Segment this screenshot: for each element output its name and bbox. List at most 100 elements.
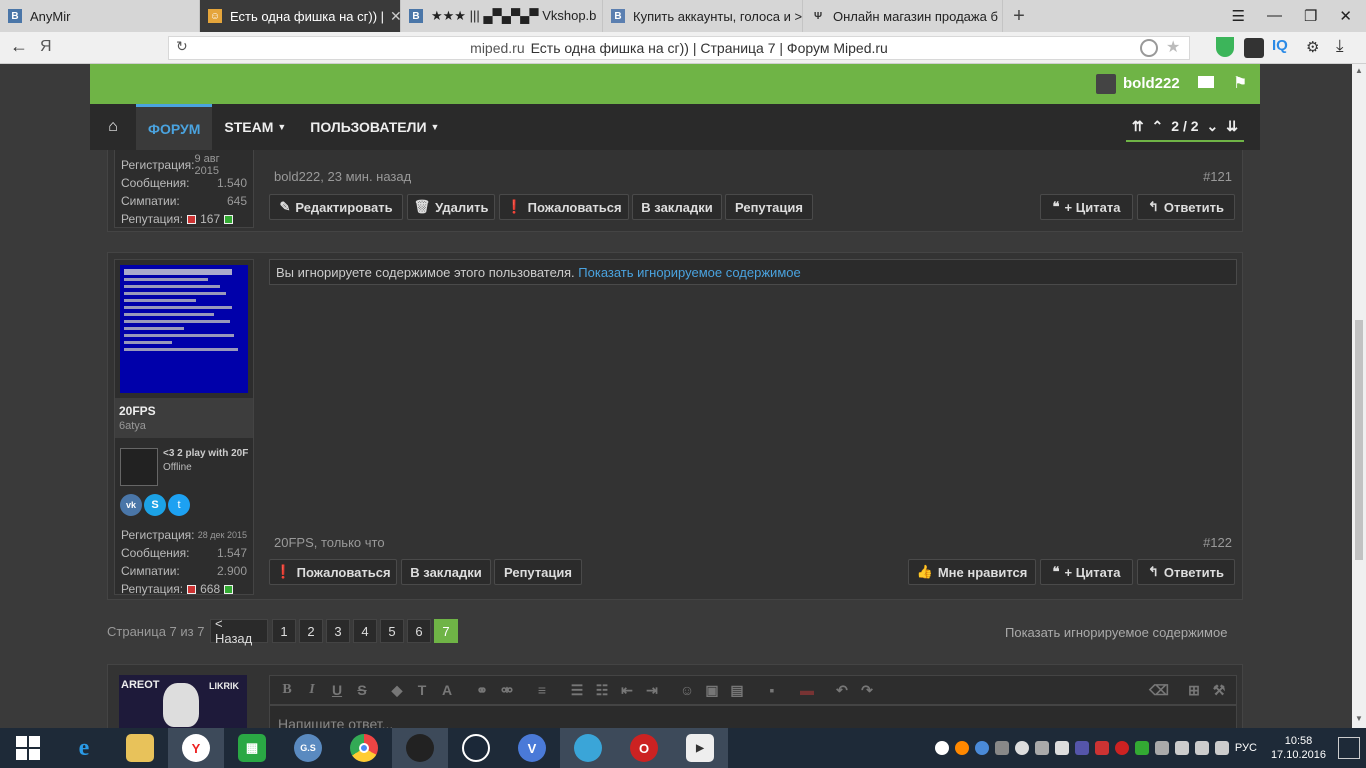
shield-icon[interactable]	[1216, 37, 1234, 57]
bookmark-star-icon[interactable]: ★	[1166, 37, 1180, 57]
outdent-icon[interactable]: ⇤	[616, 679, 638, 701]
page-scrollbar[interactable]: ▲ ▼	[1352, 64, 1366, 728]
tab-vkshop[interactable]: B ★★★ ||| ▄▀▄▀▄▀ Vkshop.b	[401, 0, 603, 32]
reputation-button[interactable]: Репутация	[725, 194, 813, 220]
iq-icon[interactable]: IQ	[1272, 37, 1288, 54]
lav-icon[interactable]	[1074, 741, 1089, 755]
show-ignored-content-link[interactable]: Показать игнорируемое содержимое	[1005, 625, 1227, 640]
align-icon[interactable]: ≡	[531, 679, 553, 701]
tray-icon[interactable]	[954, 741, 969, 755]
report-button[interactable]: ❗ Пожаловаться	[499, 194, 629, 220]
post-meta[interactable]: bold222, 23 мин. назад	[274, 169, 411, 184]
font-size-icon[interactable]: T	[411, 679, 433, 701]
media-icon[interactable]: ▤	[726, 679, 748, 701]
indent-icon[interactable]: ⇥	[641, 679, 663, 701]
link-icon[interactable]: ⚭	[471, 679, 493, 701]
reply-button[interactable]: ↰ Ответить	[1137, 194, 1235, 220]
page-3-button[interactable]: 3	[326, 619, 350, 643]
italic-icon[interactable]: I	[301, 679, 323, 701]
menu-icon[interactable]: ☰	[1232, 7, 1245, 25]
first-page-icon[interactable]: ⇈	[1132, 118, 1144, 135]
post-meta[interactable]: 20FPS, только что	[274, 535, 385, 550]
edit-button[interactable]: ✎ Редактировать	[269, 194, 403, 220]
image-icon[interactable]: ▣	[701, 679, 723, 701]
restore-icon[interactable]: ❐	[1304, 7, 1317, 25]
page-6-button[interactable]: 6	[407, 619, 431, 643]
unlink-icon[interactable]: ⚮	[496, 679, 518, 701]
tab-forum-active[interactable]: ☺ Есть одна фишка на сг)) | ✕	[200, 0, 401, 32]
rep-plus-icon[interactable]	[224, 214, 234, 224]
tab-buy-accounts[interactable]: B Купить аккаунты, голоса и >	[603, 0, 803, 32]
bookmark-button[interactable]: В закладки	[632, 194, 722, 220]
bold-icon[interactable]: B	[276, 679, 298, 701]
vk-icon[interactable]: vk	[120, 494, 142, 516]
network-icon[interactable]	[1194, 741, 1209, 755]
next-icon[interactable]: ⌄	[1207, 118, 1219, 135]
save-icon[interactable]: ▪	[761, 679, 783, 701]
scroll-up-icon[interactable]: ▲	[1355, 66, 1363, 75]
address-field[interactable]: miped.ru Есть одна фишка на сг)) | Стран…	[168, 36, 1190, 60]
language-indicator[interactable]: РУС	[1235, 742, 1257, 754]
color-icon[interactable]: ◆	[386, 679, 408, 701]
font-icon[interactable]: A	[436, 679, 458, 701]
post-number[interactable]: #121	[1203, 169, 1232, 184]
quote-button[interactable]: ❝ + Цитата	[1040, 194, 1133, 220]
taskbar-vivaldi[interactable]: V	[504, 728, 560, 768]
taskbar-app2[interactable]	[560, 728, 616, 768]
undo-icon[interactable]: ↶	[831, 679, 853, 701]
page-4-button[interactable]: 4	[353, 619, 377, 643]
underline-icon[interactable]: U	[326, 679, 348, 701]
bookmark-button[interactable]: В закладки	[401, 559, 491, 585]
taskbar-chrome[interactable]	[336, 728, 392, 768]
nav-users[interactable]: ПОЛЬЗОВАТЕЛИ ▼	[298, 104, 451, 150]
avatar[interactable]: AREOT LIKRIK	[119, 675, 247, 728]
draft-icon[interactable]: ▬	[796, 679, 818, 701]
prev-page-button[interactable]: < Назад	[210, 616, 268, 646]
flag-icon[interactable]: ⚑	[1233, 73, 1247, 93]
rep-minus-icon[interactable]	[187, 214, 197, 224]
report-button[interactable]: ❗ Пожаловаться	[269, 559, 397, 585]
scroll-thumb[interactable]	[1355, 320, 1363, 560]
bullet-list-icon[interactable]: ☰	[566, 679, 588, 701]
reply-input[interactable]: Напишите ответ...	[269, 705, 1237, 728]
yandex-logo[interactable]: Я	[40, 38, 52, 56]
minimize-icon[interactable]: —	[1267, 7, 1282, 25]
taskbar-gs[interactable]: G.S	[280, 728, 336, 768]
clock[interactable]: 10:58 17.10.2016	[1271, 734, 1326, 762]
wrench-icon[interactable]: ⚒	[1208, 679, 1230, 701]
reputation-button[interactable]: Репутация	[494, 559, 582, 585]
rep-plus-icon[interactable]	[224, 584, 234, 594]
scroll-down-icon[interactable]: ▼	[1355, 714, 1363, 723]
reload-icon[interactable]: ↻	[176, 38, 188, 55]
redo-icon[interactable]: ↷	[856, 679, 878, 701]
yandex-tray-icon[interactable]	[934, 741, 949, 755]
lav-icon[interactable]	[1054, 741, 1069, 755]
utorrent-icon[interactable]	[1134, 741, 1149, 755]
skype-icon[interactable]: S	[144, 494, 166, 516]
username-link[interactable]: bold222	[1123, 75, 1180, 92]
tray-icon[interactable]	[1174, 741, 1189, 755]
game-badge-icon[interactable]	[120, 448, 158, 486]
taskbar-store[interactable]: ▦	[224, 728, 280, 768]
protect-icon[interactable]	[1140, 39, 1158, 57]
tab-online-store[interactable]: Ψ Онлайн магазин продажа б	[803, 0, 1003, 32]
twitter-icon[interactable]: t	[168, 494, 190, 516]
back-icon[interactable]: ←	[10, 36, 28, 57]
close-window-icon[interactable]: ✕	[1339, 7, 1352, 25]
vivaldi-tray-icon[interactable]	[974, 741, 989, 755]
start-button[interactable]	[0, 728, 56, 768]
page-7-button[interactable]: 7	[434, 619, 458, 643]
tray-icon[interactable]	[1034, 741, 1049, 755]
number-list-icon[interactable]: ☷	[591, 679, 613, 701]
taskbar-steam[interactable]	[448, 728, 504, 768]
delete-button[interactable]: 🗑 Удалить	[407, 194, 495, 220]
reply-button[interactable]: ↰ Ответить	[1137, 559, 1235, 585]
taskbar-yandex[interactable]: Y	[168, 728, 224, 768]
page-5-button[interactable]: 5	[380, 619, 404, 643]
taskbar-ie[interactable]: e	[56, 728, 112, 768]
taskbar-media[interactable]: ▶	[672, 728, 728, 768]
nav-forum[interactable]: ФОРУМ	[136, 104, 213, 150]
taskbar-opera[interactable]: O	[616, 728, 672, 768]
eraser-icon[interactable]: ⌫	[1148, 679, 1170, 701]
download-icon[interactable]: ⤓	[1336, 36, 1344, 56]
